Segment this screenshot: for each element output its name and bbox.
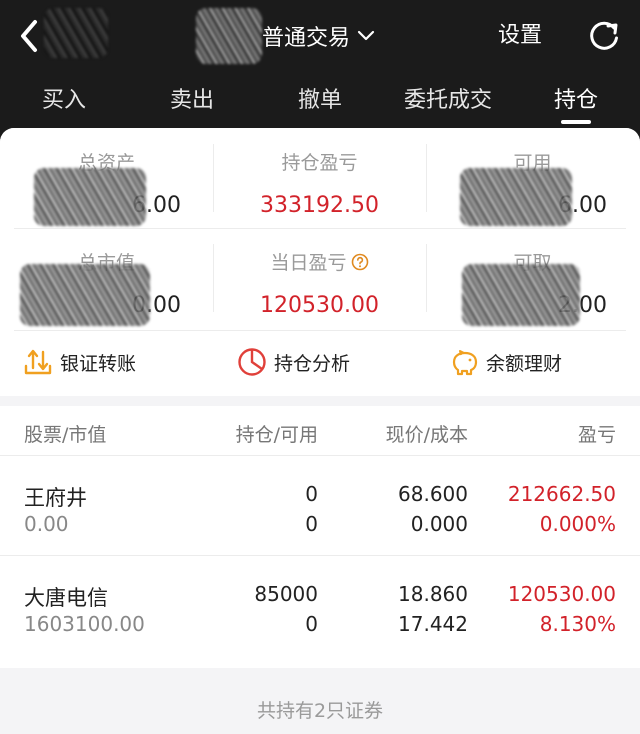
divider	[213, 144, 214, 212]
header-position[interactable]: 持仓/可用	[236, 420, 318, 447]
redacted-value	[20, 264, 150, 326]
transfer-icon	[24, 349, 52, 375]
header-stock[interactable]: 股票/市值	[24, 420, 106, 447]
market-value: 总市值 0.00	[0, 228, 213, 328]
stock-market-value: 1603100.00	[24, 612, 145, 636]
bank-transfer-button[interactable]: 银证转账	[22, 346, 136, 378]
daily-pnl-label: 当日盈亏	[213, 248, 426, 275]
page-title: 普通交易	[262, 26, 351, 51]
total-assets: 总资产 6.00	[0, 128, 213, 228]
tab-cancel[interactable]: 撤单	[298, 82, 342, 114]
current-price: 68.600	[398, 482, 468, 506]
divider	[426, 244, 427, 312]
withdrawable: 可取 2.00	[426, 228, 639, 328]
redacted-value	[462, 264, 580, 326]
position-pnl: 持仓盈亏 333192.50	[213, 128, 426, 228]
tab-buy[interactable]: 买入	[42, 82, 86, 114]
redacted-account-name	[44, 8, 108, 58]
divider	[213, 244, 214, 312]
tab-positions[interactable]: 持仓	[554, 82, 598, 114]
daily-pnl-value: 120530.00	[260, 293, 379, 318]
cost-price: 17.442	[398, 612, 468, 636]
table-row[interactable]: 大唐电信 1603100.00 85000 0 18.860 17.442 12…	[0, 558, 640, 658]
refresh-icon[interactable]	[584, 16, 624, 56]
pnl-amount: 120530.00	[507, 582, 616, 606]
divider	[426, 144, 427, 212]
chevron-down-icon	[357, 30, 375, 41]
active-tab-indicator	[561, 120, 591, 124]
daily-pnl-label-text: 当日盈亏	[270, 252, 347, 274]
pnl-percent: 0.000%	[539, 512, 616, 536]
position-pnl-label: 持仓盈亏	[281, 152, 358, 174]
tab-sell[interactable]: 卖出	[170, 82, 214, 114]
positions-panel: 总资产 6.00 持仓盈亏 333192.50 可用 6.00 总市值 0.00…	[0, 128, 640, 734]
trade-type-dropdown[interactable]: 普通交易	[262, 18, 376, 54]
divider	[14, 330, 626, 331]
available-funds: 可用 6.00	[426, 128, 639, 228]
current-price: 18.860	[398, 582, 468, 606]
position-pnl-value: 333192.50	[260, 193, 379, 218]
stock-name: 王府井	[24, 486, 87, 510]
bank-transfer-label: 银证转账	[60, 352, 137, 375]
table-row[interactable]: 王府井 0.00 0 0 68.600 0.000 212662.50 0.00…	[0, 456, 640, 556]
pnl-percent: 8.130%	[539, 612, 616, 636]
quick-actions: 银证转账 持仓分析 余额理财	[0, 334, 640, 388]
position-analysis-label: 持仓分析	[274, 352, 351, 375]
settings-button[interactable]: 设置	[498, 18, 542, 54]
header-price[interactable]: 现价/成本	[386, 420, 468, 447]
position-analysis-button[interactable]: 持仓分析	[236, 346, 350, 378]
top-bar: 普通交易 设置	[0, 0, 640, 72]
holdings-count: 共持有2只证券	[256, 700, 384, 722]
redacted-value	[34, 168, 146, 226]
pnl-amount: 212662.50	[507, 482, 616, 506]
balance-finance-label: 余额理财	[486, 352, 563, 375]
account-summary: 总资产 6.00 持仓盈亏 333192.50 可用 6.00 总市值 0.00…	[0, 128, 640, 396]
available-qty: 0	[305, 512, 318, 536]
stock-name: 大唐电信	[24, 586, 108, 610]
table-header: 股票/市值 持仓/可用 现价/成本 盈亏	[0, 406, 640, 456]
stock-market-value: 0.00	[24, 512, 69, 536]
available-qty: 0	[305, 612, 318, 636]
position-qty: 0	[305, 482, 318, 506]
redacted-value	[460, 168, 572, 226]
trade-tabs: 买入 卖出 撤单 委托成交 持仓	[0, 72, 640, 130]
position-qty: 85000	[254, 582, 318, 606]
pie-chart-icon	[238, 348, 266, 376]
redacted-broker-name	[196, 8, 262, 64]
chevron-left-icon[interactable]	[14, 16, 44, 56]
piggy-bank-icon	[452, 350, 478, 376]
header-pnl[interactable]: 盈亏	[578, 420, 616, 447]
daily-pnl: 当日盈亏 120530.00	[213, 228, 426, 328]
cost-price: 0.000	[410, 512, 468, 536]
balance-finance-button[interactable]: 余额理财	[448, 346, 562, 378]
tab-orders[interactable]: 委托成交	[404, 82, 492, 114]
question-circle-icon[interactable]	[351, 253, 369, 271]
holdings-table: 股票/市值 持仓/可用 现价/成本 盈亏 王府井 0.00 0 0 68.600…	[0, 406, 640, 668]
